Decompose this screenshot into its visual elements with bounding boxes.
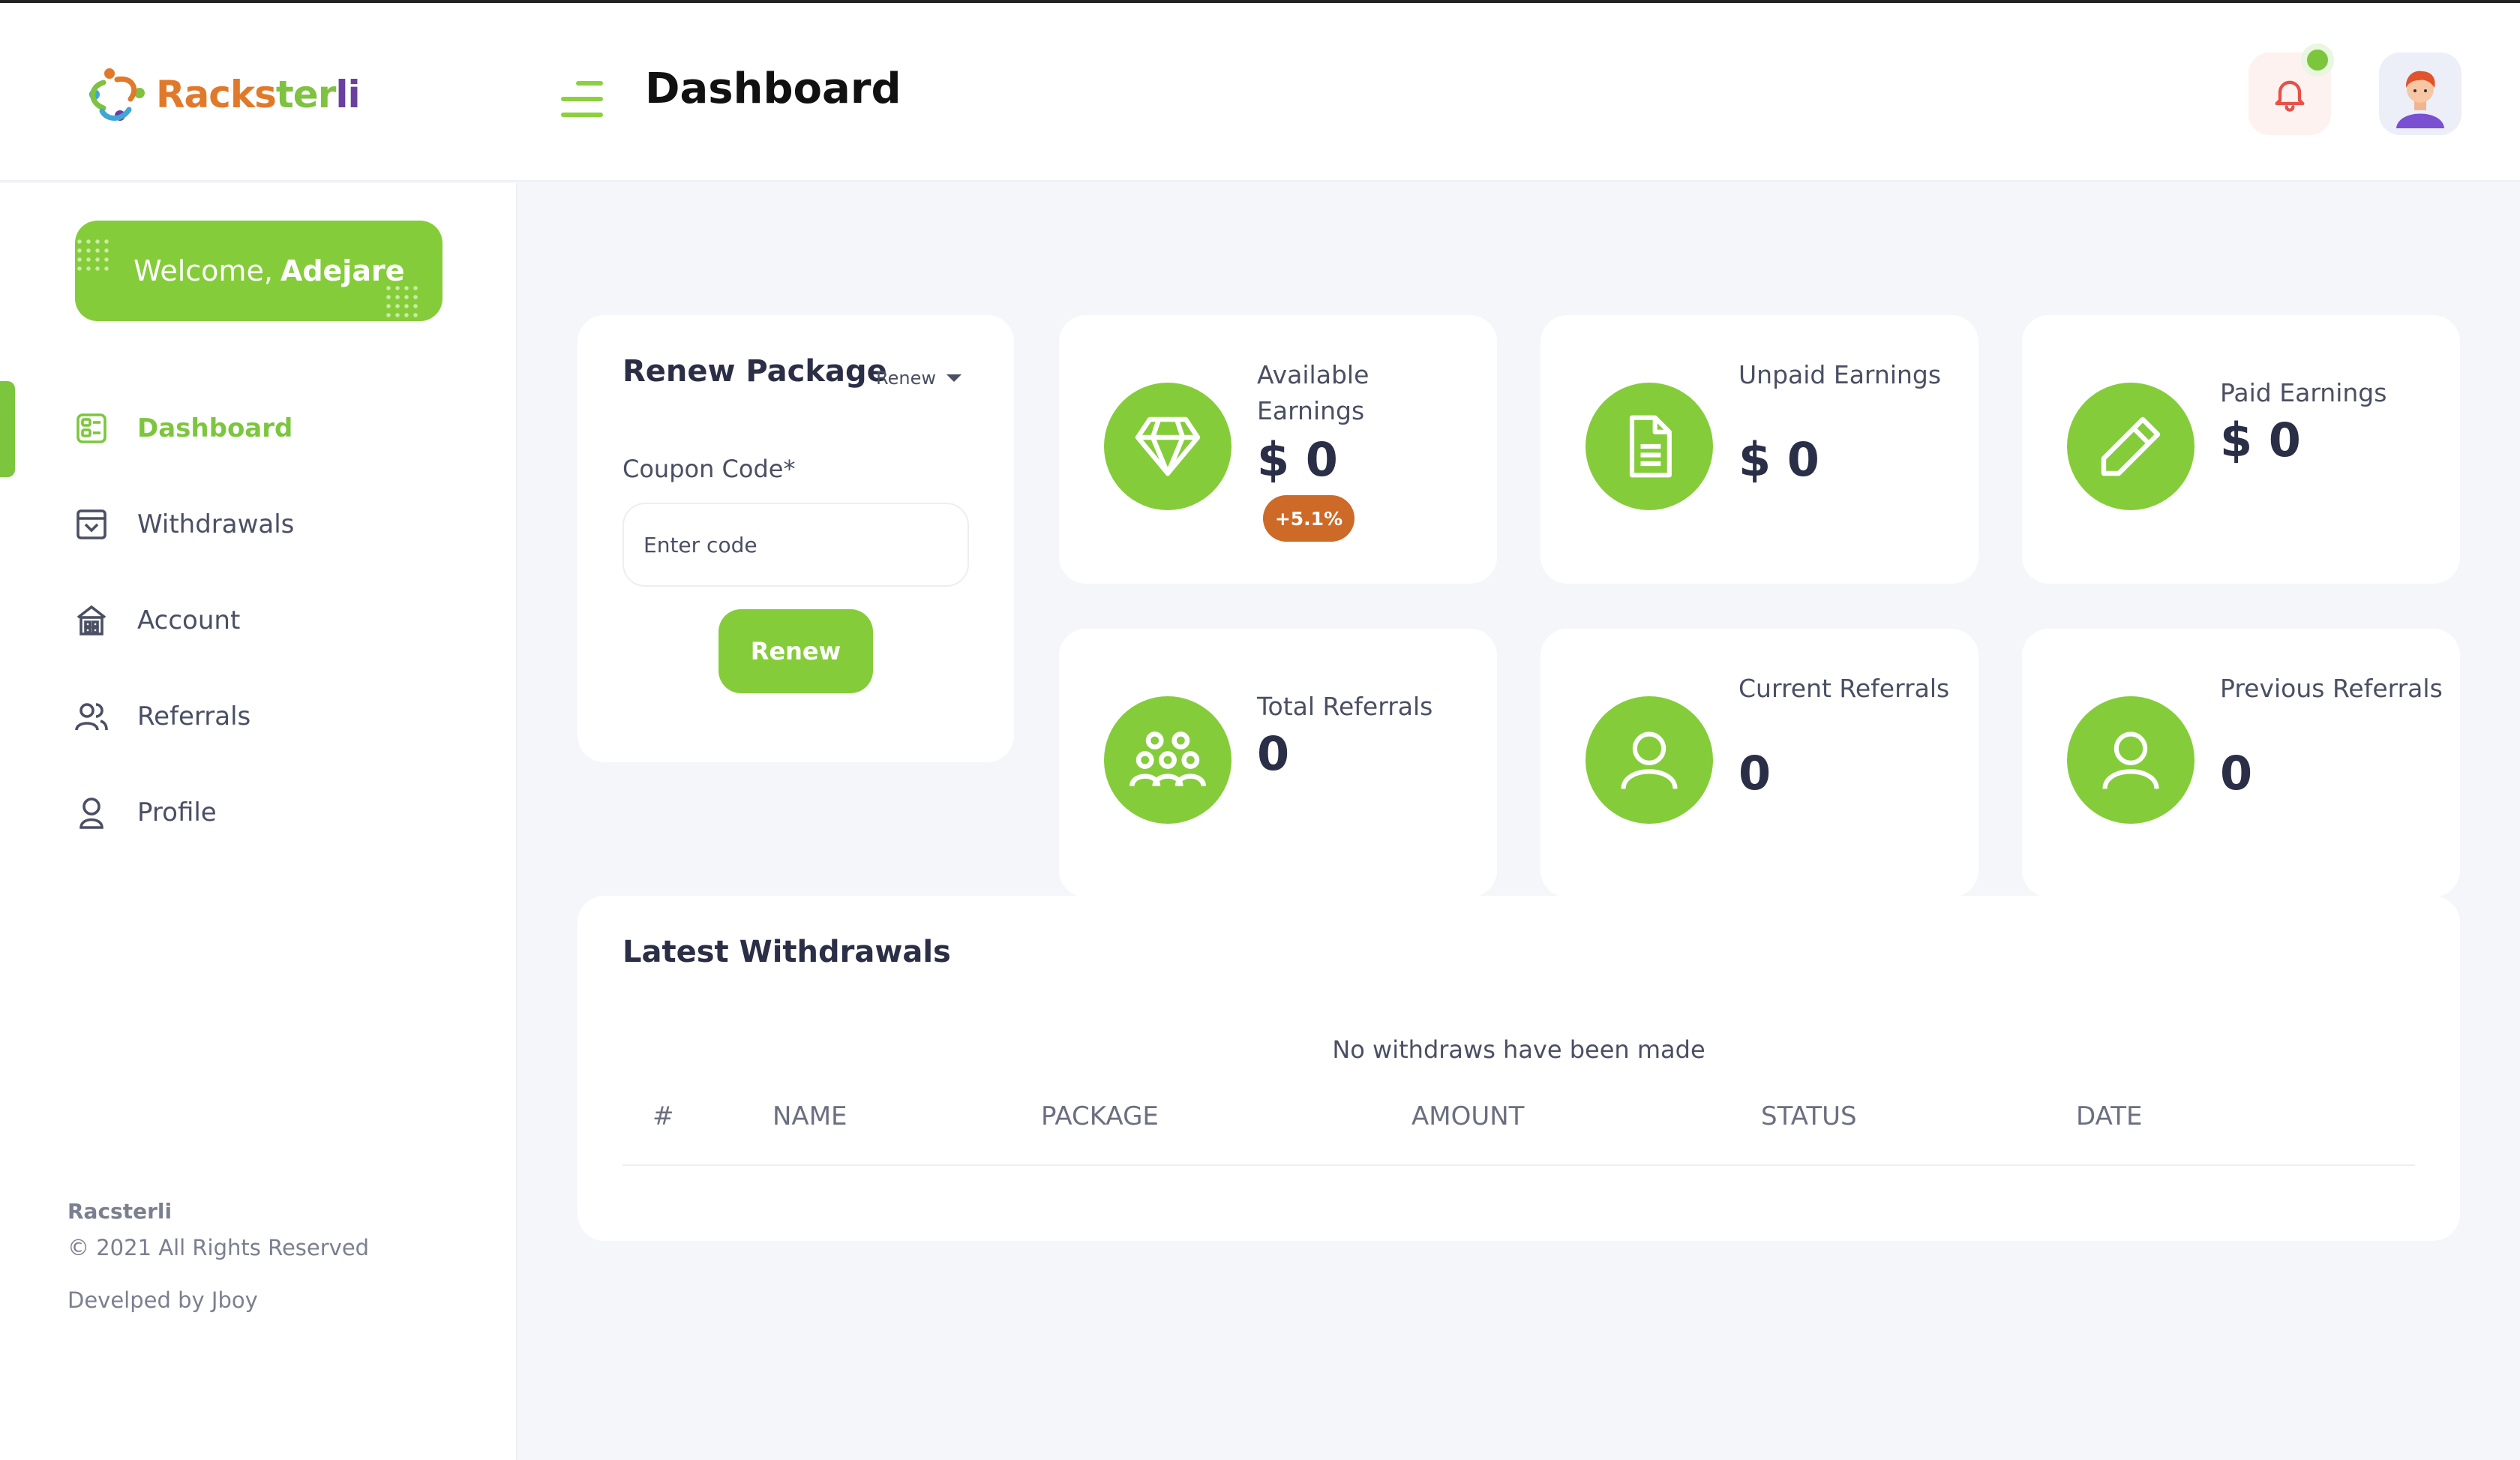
sidebar-item-referrals[interactable]: Referrals — [0, 684, 518, 749]
brand-name-part: Racks — [156, 73, 277, 116]
hamburger-menu-icon[interactable] — [561, 81, 603, 117]
welcome-prefix: Welcome, — [134, 254, 273, 287]
brand-name-part: ter — [275, 73, 336, 116]
sidebar-item-label: Dashboard — [137, 413, 293, 443]
footer-brand: Racsterli — [68, 1199, 172, 1224]
stat-label: Total Referrals — [1257, 692, 1433, 721]
footer-developer: Develped by Jboy — [68, 1287, 258, 1313]
top-header: Racksterli Dashboard — [0, 3, 2520, 182]
table-header: # NAME PACKAGE AMOUNT STATUS DATE — [622, 1092, 2415, 1166]
stat-value: $ 0 — [1257, 432, 1338, 487]
diamond-icon — [1104, 383, 1232, 510]
dashboard-icon — [76, 413, 106, 443]
sidebar-item-label: Profile — [137, 798, 217, 828]
column-header-package: PACKAGE — [1041, 1101, 1159, 1131]
welcome-banner: Welcome, Adejare — [75, 221, 442, 321]
avatar — [2386, 59, 2455, 128]
stat-card-previous-referrals: Previous Referrals 0 — [2022, 629, 2460, 897]
stat-value: 0 — [1257, 726, 1290, 781]
bank-icon — [76, 605, 106, 635]
bell-icon — [2275, 80, 2305, 112]
stat-card-unpaid-earnings: Unpaid Earnings $ 0 — [1540, 315, 1978, 584]
sidebar-item-profile[interactable]: Profile — [0, 780, 518, 845]
stat-label: Previous Referrals — [2220, 674, 2443, 703]
section-title: Latest Withdrawals — [622, 935, 951, 969]
column-header-status: STATUS — [1761, 1101, 1857, 1131]
column-header-index: # — [652, 1101, 674, 1131]
logo-mark-icon — [89, 68, 145, 121]
sidebar-item-account[interactable]: Account — [0, 588, 518, 653]
user-icon — [80, 798, 104, 829]
stat-card-total-referrals: Total Referrals 0 — [1059, 629, 1497, 897]
column-header-amount: AMOUNT — [1412, 1101, 1525, 1131]
empty-state-message: No withdraws have been made — [1332, 1035, 1706, 1064]
notification-status-dot — [2301, 44, 2334, 77]
stat-card-paid-earnings: Paid Earnings $ 0 — [2022, 315, 2460, 584]
renew-dropdown[interactable]: Renew — [876, 368, 962, 389]
coupon-code-input[interactable] — [622, 503, 969, 587]
stat-card-current-referrals: Current Referrals 0 — [1540, 629, 1978, 897]
sidebar-item-withdrawals[interactable]: Withdrawals — [0, 492, 518, 557]
user-icon — [2067, 696, 2194, 824]
renew-button[interactable]: Renew — [718, 609, 873, 693]
sidebar-item-label: Referrals — [137, 701, 251, 732]
welcome-username: Adejare — [280, 254, 405, 287]
stat-label: Current Referrals — [1738, 674, 1950, 703]
latest-withdrawals-card: Latest Withdrawals No withdraws have bee… — [578, 896, 2460, 1241]
brand-logo[interactable]: Racksterli — [74, 60, 361, 129]
renew-package-card: Renew Package Renew Coupon Code* Renew — [578, 315, 1014, 762]
column-header-name: NAME — [772, 1101, 848, 1131]
sidebar-item-dashboard[interactable]: Dashboard — [0, 396, 518, 461]
brand-name: Racksterli — [156, 73, 361, 116]
archive-box-icon — [76, 509, 106, 539]
pencil-icon — [2067, 383, 2194, 510]
stat-label: Unpaid Earnings — [1738, 360, 1942, 389]
decorative-dots — [75, 237, 111, 273]
footer-copyright: © 2021 All Rights Reserved — [68, 1235, 370, 1260]
stat-label: Paid Earnings — [2220, 378, 2387, 407]
notifications-button[interactable] — [2248, 44, 2334, 135]
sidebar-item-label: Withdrawals — [137, 509, 295, 539]
stat-value: $ 0 — [1738, 432, 1820, 487]
chevron-down-icon — [946, 374, 962, 382]
renew-dropdown-value: Renew — [876, 368, 936, 389]
brand-name-part: li — [335, 73, 360, 116]
decorative-dots — [384, 284, 420, 320]
users-icon — [75, 703, 108, 731]
stat-card-available-earnings: Available Earnings $ 0 +5.1% — [1059, 315, 1497, 584]
group-icon — [1104, 696, 1232, 824]
stat-label: Available Earnings — [1257, 360, 1370, 425]
document-icon — [1586, 383, 1713, 510]
stat-value: $ 0 — [2220, 413, 2301, 467]
coupon-code-label: Coupon Code* — [622, 455, 796, 483]
user-avatar-button[interactable] — [2379, 53, 2462, 135]
page-title: Dashboard — [645, 65, 902, 113]
user-icon — [1586, 696, 1713, 824]
stat-value: 0 — [2220, 746, 2253, 801]
column-header-date: DATE — [2076, 1101, 2143, 1131]
growth-badge: +5.1% — [1263, 495, 1354, 542]
renew-title: Renew Package — [622, 354, 887, 389]
sidebar: Welcome, Adejare Dashboard Withdrawals A… — [0, 183, 518, 1460]
sidebar-item-label: Account — [137, 605, 241, 635]
stat-value: 0 — [1738, 746, 1772, 801]
